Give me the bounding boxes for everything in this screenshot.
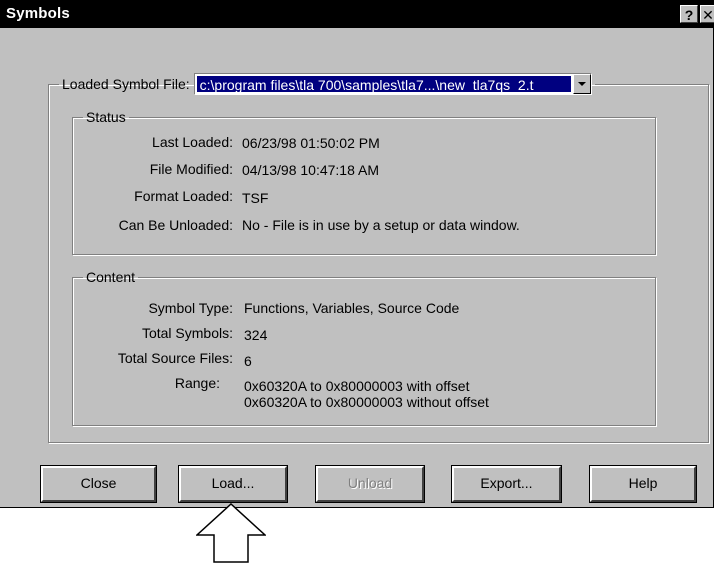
symbol-file-dropdown[interactable]: c:\program files\tla 700\samples\tla7...… xyxy=(193,73,592,95)
range-value-with-offset: 0x60320A to 0x80000003 with offset xyxy=(244,378,470,394)
file-modified-label: File Modified: xyxy=(149,161,233,177)
title-bar: Symbols ? ✕ xyxy=(0,0,714,28)
last-loaded-row: Last Loaded: xyxy=(0,132,233,152)
format-loaded-row: Format Loaded: xyxy=(0,186,233,206)
symbol-type-row: Symbol Type: xyxy=(0,298,233,318)
symbol-file-value[interactable]: c:\program files\tla 700\samples\tla7...… xyxy=(196,76,571,92)
close-icon[interactable]: ✕ xyxy=(700,5,714,23)
up-arrow-icon xyxy=(196,503,266,563)
total-symbols-value: 324 xyxy=(244,327,268,343)
can-be-unloaded-row: Can Be Unloaded: xyxy=(0,215,233,235)
can-be-unloaded-label: Can Be Unloaded: xyxy=(118,217,233,233)
unload-button[interactable]: Unload xyxy=(316,466,424,502)
loaded-symbol-file-label: Loaded Symbol File: xyxy=(62,76,190,92)
content-legend: Content xyxy=(86,269,136,285)
symbols-dialog: Symbols ? ✕ Loaded Symbol File: c:\progr… xyxy=(0,0,714,508)
window-title: Symbols xyxy=(6,5,70,22)
format-loaded-label: Format Loaded: xyxy=(134,188,233,204)
dropdown-button[interactable] xyxy=(572,74,591,94)
symbol-type-value: Functions, Variables, Source Code xyxy=(244,300,460,316)
range-value-without-offset: 0x60320A to 0x80000003 without offset xyxy=(244,394,489,410)
last-loaded-label: Last Loaded: xyxy=(152,134,233,150)
load-button[interactable]: Load... xyxy=(179,466,287,502)
total-source-files-value: 6 xyxy=(244,353,252,369)
total-source-files-row: Total Source Files: xyxy=(0,348,233,368)
status-legend: Status xyxy=(86,109,126,125)
total-source-files-label: Total Source Files: xyxy=(117,350,233,366)
help-icon[interactable]: ? xyxy=(680,5,698,23)
format-loaded-value: TSF xyxy=(242,190,269,206)
loaded-symbol-file-legend: Loaded Symbol File: c:\program files\tla… xyxy=(59,73,595,95)
help-button[interactable]: Help xyxy=(590,466,696,502)
last-loaded-value: 06/23/98 01:50:02 PM xyxy=(242,135,380,151)
range-row: Range: xyxy=(0,373,220,393)
symbol-type-label: Symbol Type: xyxy=(148,300,233,316)
export-button[interactable]: Export... xyxy=(452,466,561,502)
range-label: Range: xyxy=(174,375,220,391)
file-modified-row: File Modified: xyxy=(0,159,233,179)
file-modified-value: 04/13/98 10:47:18 AM xyxy=(242,162,379,178)
total-symbols-label: Total Symbols: xyxy=(141,325,233,341)
total-symbols-row: Total Symbols: xyxy=(0,323,233,343)
can-be-unloaded-value: No - File is in use by a setup or data w… xyxy=(242,217,520,233)
chevron-down-icon xyxy=(577,82,586,86)
close-button[interactable]: Close xyxy=(41,466,156,502)
